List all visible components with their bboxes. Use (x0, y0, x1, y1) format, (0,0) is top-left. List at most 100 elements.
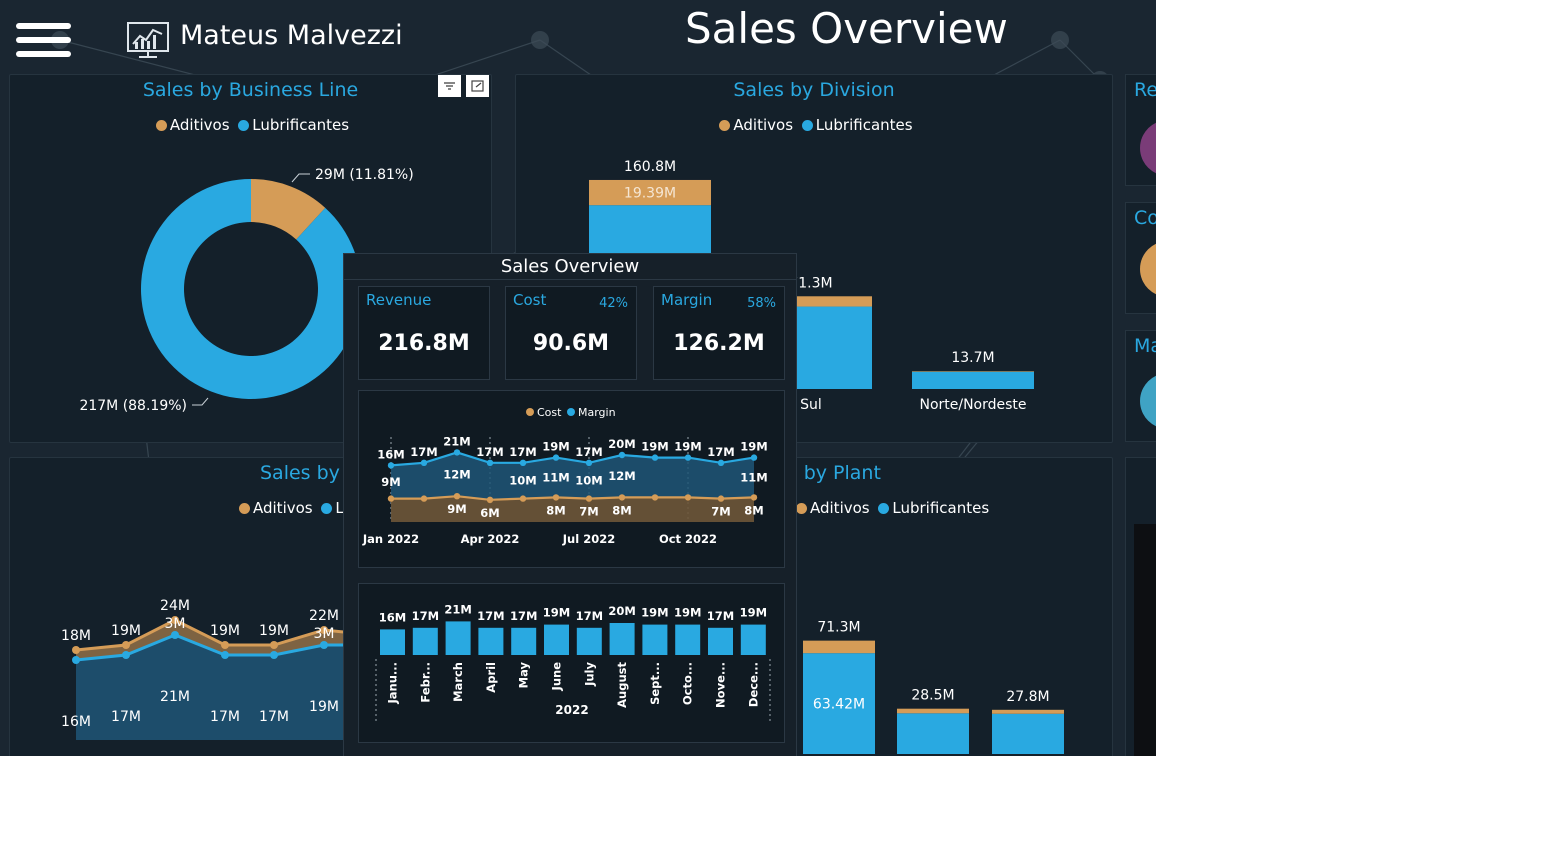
margin-label: 10M (509, 474, 536, 488)
category-label: May (237, 755, 267, 756)
margin-label: 12M (608, 469, 635, 483)
point-margin (552, 454, 560, 461)
kpi-revenue: Revenue 216.8M (358, 286, 490, 380)
bar-month (412, 627, 438, 655)
bar-month (380, 629, 405, 655)
kpi-label: Revenue (366, 291, 432, 309)
category-label: Janu... (386, 662, 400, 705)
leader-line (291, 173, 310, 183)
total-label: 16M (377, 447, 404, 461)
monthly-bar-chart-card: 16M Janu... 17M Febr... 21M March 17M April 17M M… (358, 583, 785, 743)
cost-icon (1140, 241, 1156, 297)
point-lubrificantes (122, 651, 130, 659)
cost-label: 8M (612, 503, 631, 517)
bar-value-label: 17M (477, 609, 504, 623)
point-total (122, 641, 130, 649)
point-cost (618, 494, 626, 501)
side-card-revenue: Re (1125, 74, 1156, 186)
bar-aditivos (803, 640, 875, 654)
bar-aditivos (897, 708, 969, 714)
legend-label-cost: Cost (537, 406, 562, 419)
kpi-cost: Cost 42% 90.6M (505, 286, 637, 380)
total-label: 17M (410, 445, 437, 459)
x-tick-label: Apr 2022 (461, 532, 520, 546)
bar-total-label: 27.8M (1006, 689, 1049, 705)
bar-aditivos (992, 709, 1064, 714)
bar-month (708, 627, 733, 655)
cost-label: 7M (711, 505, 730, 519)
side-card-margin: Ma (1125, 330, 1156, 442)
bar-month (478, 627, 504, 655)
donut-label: 217M (88.19%) (79, 398, 187, 414)
bar-month (544, 624, 569, 655)
side-card-title: Re (1134, 79, 1156, 101)
margin-label: 11M (542, 471, 569, 485)
bar-month (609, 623, 635, 655)
hamburger-menu-icon[interactable] (16, 23, 71, 61)
point-margin (486, 459, 494, 466)
total-label: 19M (740, 440, 767, 454)
donut-label: 29M (11.81%) (315, 167, 414, 183)
dashboard-logo-icon (127, 22, 169, 58)
bar-month (642, 624, 668, 655)
category-label: Norte/Nordeste (919, 397, 1026, 413)
total-label: 19M (210, 623, 240, 639)
bar-month (740, 624, 766, 655)
bar-value-label: 17M (412, 609, 439, 623)
bar-value-label: 17M (510, 609, 537, 623)
margin-label: 12M (443, 467, 470, 481)
point-cost (651, 494, 659, 501)
kpi-label: Cost (513, 291, 547, 309)
kpi-value: 216.8M (378, 331, 470, 356)
page-title: Sales Overview (685, 4, 1008, 53)
point-margin (387, 462, 395, 469)
category-label: Dece... (746, 662, 760, 707)
cost-label: 7M (579, 505, 598, 519)
bar-value-label: 19M (674, 606, 701, 620)
lubrificantes-label: 19M (309, 699, 339, 715)
category-label: March (451, 662, 465, 702)
total-label: 17M (476, 445, 503, 459)
category-label: Sept... (648, 662, 662, 705)
bar-value-label: 21M (444, 602, 471, 616)
kpi-percent: 58% (747, 296, 776, 311)
margin-icon (1140, 373, 1156, 429)
bar-total-label: 28.5M (911, 688, 954, 704)
point-cost (684, 494, 692, 501)
kpi-label: Margin (661, 291, 713, 309)
category-label: January (23, 755, 69, 756)
side-card-cost: Co (1125, 202, 1156, 314)
category-label: July (582, 661, 596, 686)
point-cost (486, 496, 494, 503)
tooltip-sales-overview: Sales Overview Revenue 216.8M Cost 42% 9… (343, 253, 797, 756)
tooltip-title: Sales Overview (500, 256, 640, 277)
total-label: 17M (509, 445, 536, 459)
category-label: August (615, 662, 629, 708)
bar-value-label: 20M (608, 604, 635, 618)
category-label: Febr... (418, 662, 432, 703)
cost-label: 9M (447, 502, 466, 516)
point-margin (585, 459, 593, 466)
point-lubrificantes (171, 631, 179, 639)
point-cost (552, 494, 560, 501)
network-node (531, 31, 549, 49)
area-cost (391, 496, 754, 522)
bar-value-label: 19M (740, 606, 767, 620)
cost-label: 6M (480, 506, 499, 520)
bar-value-label: 19M (641, 606, 668, 620)
margin-label: 10M (575, 474, 602, 488)
network-node (1051, 31, 1069, 49)
margin-label: 9M (381, 475, 400, 489)
bar-value-label: 17M (576, 609, 603, 623)
bar-lubrificantes (992, 713, 1064, 754)
legend-swatch-cost (526, 408, 534, 416)
bar-month (675, 624, 701, 655)
bar-month (511, 627, 537, 655)
total-label: 19M (111, 623, 141, 639)
point-margin (717, 459, 725, 466)
point-cost (387, 495, 395, 502)
total-label: 24M (160, 598, 190, 614)
bar-lubrificantes (912, 371, 1034, 389)
total-label: 21M (443, 434, 470, 448)
x-tick-label: Oct 2022 (659, 532, 717, 546)
